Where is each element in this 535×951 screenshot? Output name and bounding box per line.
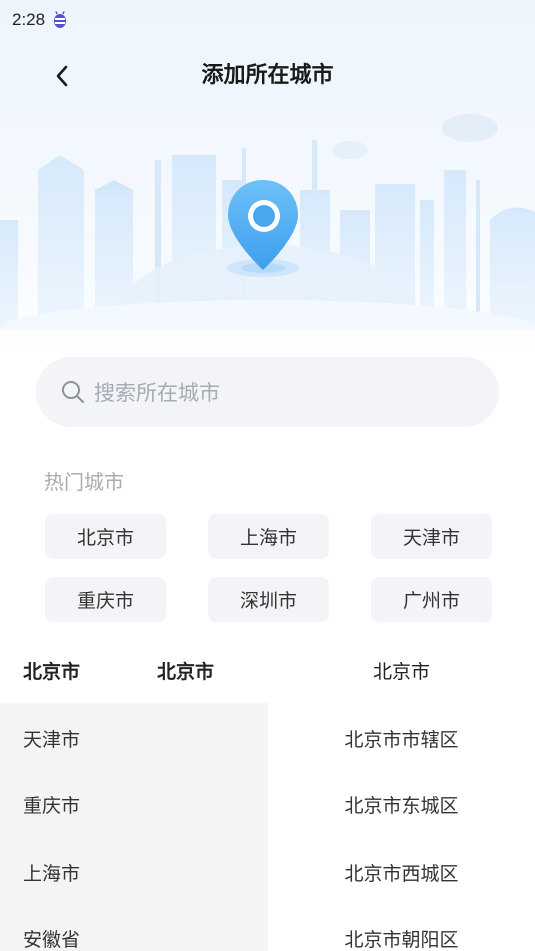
district-item[interactable]: 北京市朝阳区 (268, 925, 535, 951)
province-item[interactable]: 重庆市 (23, 791, 80, 821)
hot-city-chip[interactable]: 天津市 (371, 514, 492, 559)
province-item[interactable]: 天津市 (23, 725, 80, 755)
status-time: 2:28 (12, 10, 46, 29)
district-item[interactable]: 北京市西城区 (268, 859, 535, 889)
district-item[interactable]: 北京市东城区 (268, 791, 535, 821)
hot-cities-label: 热门城市 (44, 470, 124, 494)
search-icon (62, 381, 84, 403)
hot-city-chip[interactable]: 上海市 (208, 514, 329, 559)
hot-city-chip[interactable]: 广州市 (371, 577, 492, 622)
page-title: 添加所在城市 (201, 63, 334, 88)
hot-city-chip[interactable]: 北京市 (45, 514, 166, 559)
hero-banner: 2:28 添加所在城市 (0, 0, 535, 360)
hot-city-chip[interactable]: 深圳市 (208, 577, 329, 622)
city-skyline-illustration (0, 114, 535, 330)
status-bar: 2:28 (12, 8, 67, 32)
selected-province[interactable]: 北京市 (23, 655, 80, 689)
search-input[interactable]: 搜索所在城市 (36, 357, 499, 427)
selected-district[interactable]: 北京市 (268, 655, 535, 689)
province-item[interactable]: 上海市 (23, 859, 80, 889)
province-list: 天津市 重庆市 上海市 安徽省 (0, 703, 268, 951)
province-item[interactable]: 安徽省 (23, 925, 80, 951)
notification-app-icon (54, 11, 67, 28)
district-item[interactable]: 北京市市辖区 (268, 725, 535, 755)
hot-city-chip[interactable]: 重庆市 (45, 577, 166, 622)
selected-city[interactable]: 北京市 (157, 655, 214, 689)
search-placeholder: 搜索所在城市 (94, 381, 220, 405)
